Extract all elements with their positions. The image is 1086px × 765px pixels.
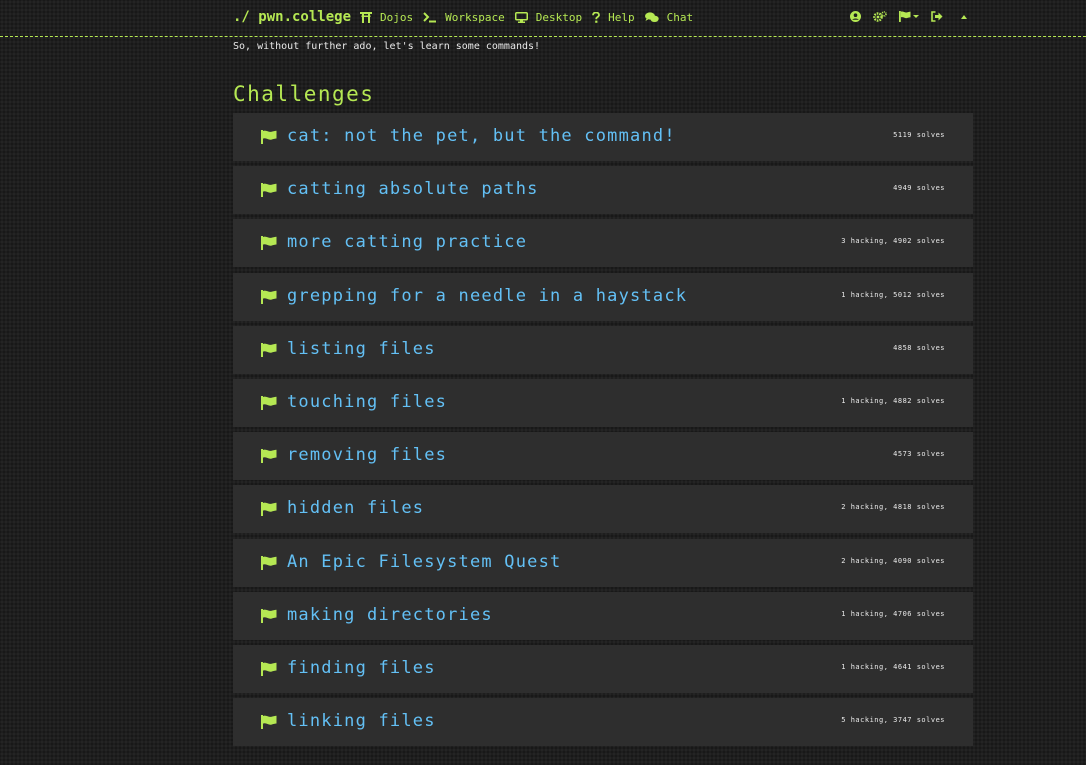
nav-link-desktop[interactable]: Desktop bbox=[514, 11, 583, 24]
nav-link-chat[interactable]: Chat bbox=[644, 11, 694, 24]
flag-icon bbox=[261, 342, 277, 361]
challenge-title: finding files bbox=[287, 657, 436, 678]
challenge-item[interactable]: catting absolute paths 4949 solves bbox=[233, 166, 973, 215]
challenge-title: listing files bbox=[287, 338, 436, 359]
challenge-title: An Epic Filesystem Quest bbox=[287, 551, 562, 572]
challenge-item[interactable]: An Epic Filesystem Quest 2 hacking, 4090… bbox=[233, 538, 973, 587]
challenge-solves: 5 hacking, 3747 solves bbox=[841, 716, 945, 725]
challenge-item[interactable]: making directories 1 hacking, 4706 solve… bbox=[233, 591, 973, 640]
challenge-title: removing files bbox=[287, 445, 448, 466]
challenges-heading: Challenges bbox=[233, 82, 375, 106]
challenge-title: hidden files bbox=[287, 498, 425, 519]
challenge-item[interactable]: touching files 1 hacking, 4882 solves bbox=[233, 378, 973, 427]
challenge-title: grepping for a needle in a haystack bbox=[287, 285, 688, 306]
flag-icon bbox=[261, 448, 277, 467]
flag-icon bbox=[261, 714, 277, 733]
flag-icon bbox=[261, 182, 277, 201]
challenge-item[interactable]: removing files 4573 solves bbox=[233, 432, 973, 481]
challenge-title: making directories bbox=[287, 604, 493, 625]
challenge-solves: 4858 solves bbox=[893, 343, 945, 352]
flag-icon bbox=[261, 129, 277, 148]
flag-icon bbox=[261, 235, 277, 254]
collapse-caret-icon[interactable] bbox=[955, 14, 967, 19]
nav-link-label: Chat bbox=[666, 11, 694, 24]
challenge-solves: 4949 solves bbox=[893, 184, 945, 193]
intro-text: So, without further ado, let's learn som… bbox=[233, 41, 541, 52]
challenge-item[interactable]: listing files 4858 solves bbox=[233, 325, 973, 374]
challenge-solves: 4573 solves bbox=[893, 450, 945, 459]
challenge-solves: 2 hacking, 4818 solves bbox=[841, 503, 945, 512]
question-icon bbox=[592, 12, 600, 23]
challenge-title: more catting practice bbox=[287, 232, 528, 253]
flag-icon bbox=[261, 501, 277, 520]
flag-icon bbox=[261, 555, 277, 574]
nav-links: Dojos Workspace Desktop Help Chat bbox=[360, 11, 693, 24]
torii-gate-icon bbox=[360, 12, 372, 23]
nav-right-icons bbox=[850, 11, 967, 22]
challenge-solves: 1 hacking, 5012 solves bbox=[841, 290, 945, 299]
nav-link-dojos[interactable]: Dojos bbox=[360, 11, 413, 24]
challenge-solves: 3 hacking, 4902 solves bbox=[841, 237, 945, 246]
challenge-solves: 2 hacking, 4090 solves bbox=[841, 556, 945, 565]
challenge-title: cat: not the pet, but the command! bbox=[287, 126, 676, 146]
flag-icon bbox=[261, 661, 277, 680]
challenge-title: linking files bbox=[287, 711, 436, 732]
top-navbar: ./ pwn.college Dojos Workspace Desktop H… bbox=[0, 0, 1086, 37]
challenge-solves: 1 hacking, 4706 solves bbox=[841, 609, 945, 618]
user-circle-icon[interactable] bbox=[850, 11, 861, 22]
nav-link-label: Dojos bbox=[380, 11, 414, 24]
challenge-title: touching files bbox=[287, 391, 448, 412]
site-brand-link[interactable]: ./ pwn.college bbox=[233, 9, 351, 25]
challenge-item[interactable]: linking files 5 hacking, 3747 solves bbox=[233, 698, 973, 747]
nav-link-help[interactable]: Help bbox=[592, 11, 635, 24]
challenge-title: catting absolute paths bbox=[287, 179, 539, 200]
challenge-item[interactable]: cat: not the pet, but the command! 5119 … bbox=[233, 113, 973, 161]
flag-dropdown-icon[interactable] bbox=[899, 11, 919, 22]
desktop-icon bbox=[514, 12, 528, 23]
challenge-solves: 1 hacking, 4882 solves bbox=[841, 396, 945, 405]
nav-link-workspace[interactable]: Workspace bbox=[423, 11, 505, 24]
cogs-icon[interactable] bbox=[873, 11, 887, 22]
terminal-icon bbox=[423, 12, 437, 23]
challenge-item[interactable]: finding files 1 hacking, 4641 solves bbox=[233, 644, 973, 693]
challenge-item[interactable]: grepping for a needle in a haystack 1 ha… bbox=[233, 272, 973, 321]
nav-link-label: Desktop bbox=[535, 11, 583, 24]
comments-icon bbox=[644, 12, 659, 23]
challenge-solves: 5119 solves bbox=[893, 131, 945, 139]
nav-link-label: Workspace bbox=[445, 11, 505, 24]
flag-icon bbox=[261, 608, 277, 627]
challenge-solves: 1 hacking, 4641 solves bbox=[841, 662, 945, 671]
chevron-down-icon bbox=[913, 15, 919, 18]
challenge-item[interactable]: hidden files 2 hacking, 4818 solves bbox=[233, 485, 973, 534]
nav-link-label: Help bbox=[608, 11, 635, 24]
challenge-item[interactable]: more catting practice 3 hacking, 4902 so… bbox=[233, 219, 973, 268]
sign-out-icon[interactable] bbox=[931, 11, 943, 22]
challenge-list: cat: not the pet, but the command! 5119 … bbox=[233, 113, 973, 751]
flag-icon bbox=[261, 395, 277, 414]
flag-icon bbox=[261, 289, 277, 308]
